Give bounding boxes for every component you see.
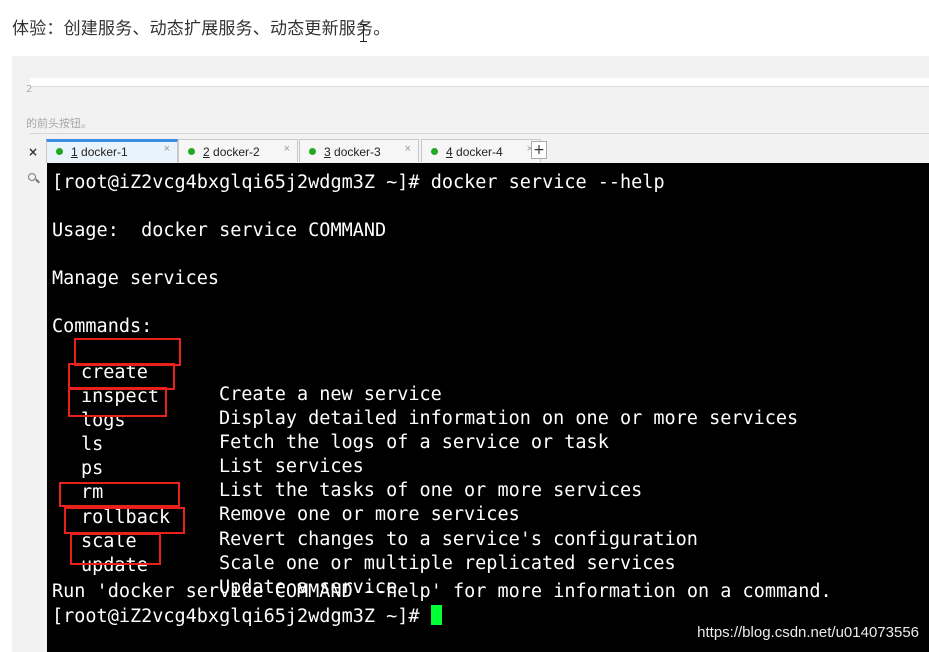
command-desc: Remove one or more services <box>219 504 520 525</box>
tab-docker-3[interactable]: 3 docker-3 × <box>299 139 419 162</box>
tab-label: 2 docker-2 <box>203 145 260 159</box>
highlight-box-scale <box>64 507 185 534</box>
highlight-box-create <box>74 338 181 366</box>
command-desc: List the tasks of one or more services <box>219 480 643 501</box>
search-icon[interactable] <box>28 173 40 184</box>
tab-close-icon[interactable]: × <box>405 143 411 155</box>
tab-docker-4[interactable]: 4 docker-4 × <box>421 139 541 162</box>
terminal-cursor <box>430 605 442 625</box>
command-desc: List services <box>219 456 364 477</box>
divider <box>30 133 929 134</box>
background-fragment-text: 2 <box>26 84 33 95</box>
article-heading: 体验：创建服务、动态扩展服务、动态更新服务。 <box>12 19 391 39</box>
highlight-box-inspect <box>68 363 175 390</box>
highlight-box-rollback <box>59 482 180 507</box>
tab-label: 4 docker-4 <box>446 145 503 159</box>
session-status-icon <box>56 148 63 155</box>
highlight-box-logs <box>68 387 167 417</box>
command-desc: Display detailed information on one or m… <box>219 408 799 429</box>
tab-docker-1[interactable]: 1 docker-1 × <box>46 139 178 163</box>
command-desc: Create a new service <box>219 384 442 405</box>
background-window-strip <box>30 78 929 87</box>
tab-close-icon[interactable]: × <box>164 143 170 155</box>
description-line: Manage services <box>52 268 220 289</box>
session-status-icon <box>431 148 438 155</box>
command-desc: Scale one or multiple replicated service… <box>219 553 676 574</box>
close-icon[interactable]: × <box>28 145 38 159</box>
session-status-icon <box>188 148 195 155</box>
help-footer-line: Run 'docker service COMMAND --help' for … <box>52 581 832 602</box>
tab-label: 3 docker-3 <box>324 145 381 159</box>
background-hint-text: 的前头按钮。 <box>26 117 92 130</box>
terminal-output[interactable]: [root@iZ2vcg4bxglqi65j2wdgm3Z ~]# docker… <box>47 163 929 652</box>
tab-docker-2[interactable]: 2 docker-2 × <box>178 139 298 162</box>
final-prompt-line: [root@iZ2vcg4bxglqi65j2wdgm3Z ~]# <box>52 605 442 628</box>
highlight-box-update <box>70 533 161 565</box>
usage-line: Usage: docker service COMMAND <box>52 220 387 241</box>
session-status-icon <box>309 148 316 155</box>
prompt-text: [root@iZ2vcg4bxglqi65j2wdgm3Z ~]# <box>52 606 431 627</box>
tab-close-icon[interactable]: × <box>284 143 290 155</box>
tab-label: 1 docker-1 <box>71 145 128 159</box>
command-desc: Revert changes to a service's configurat… <box>219 529 698 550</box>
command-desc: Fetch the logs of a service or task <box>219 432 609 453</box>
commands-header: Commands: <box>52 316 153 337</box>
watermark-text: https://blog.csdn.net/u014073556 <box>697 624 919 641</box>
prompt-command-line: [root@iZ2vcg4bxglqi65j2wdgm3Z ~]# docker… <box>52 172 665 193</box>
new-tab-button[interactable]: + <box>531 141 547 159</box>
text-cursor-icon <box>360 24 368 42</box>
